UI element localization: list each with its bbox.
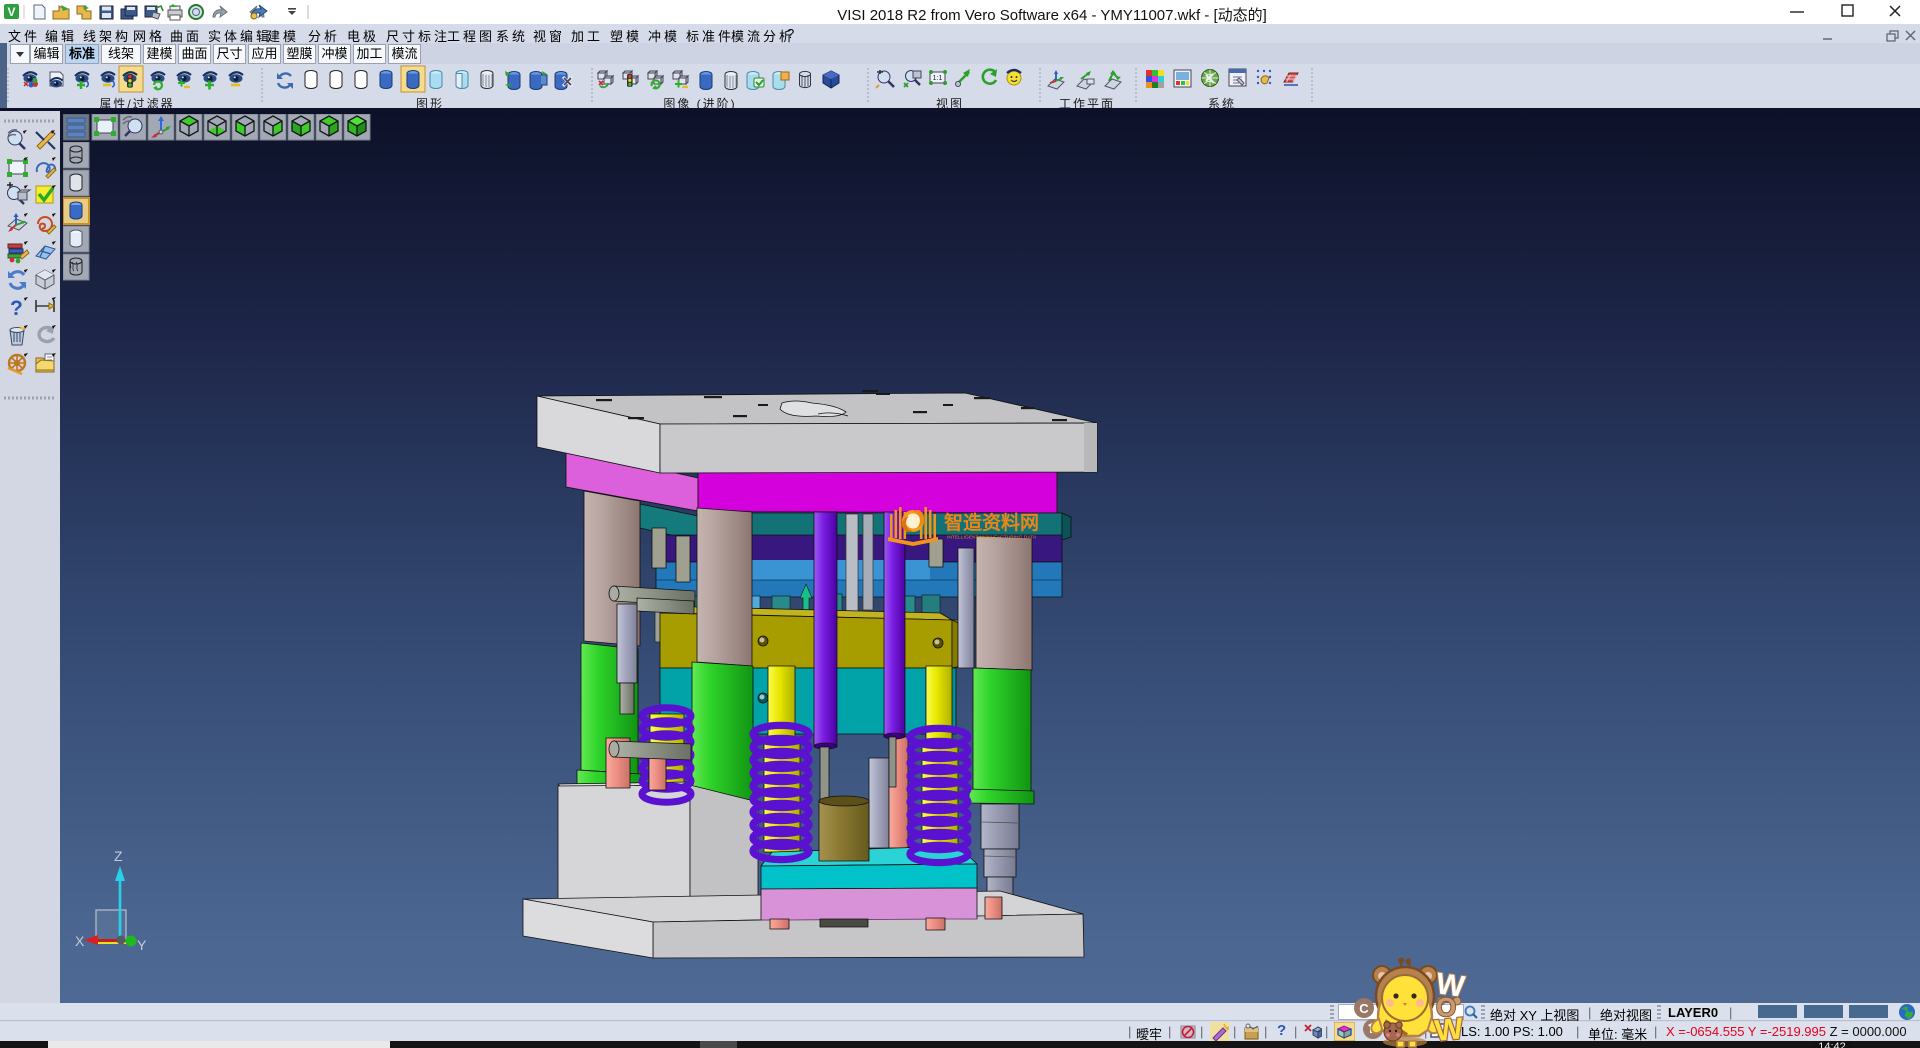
svg-text:INTELLIGENT MANUFACTURING DATA: INTELLIGENT MANUFACTURING DATA [947, 535, 1037, 541]
svg-text:W: W [1433, 1012, 1465, 1048]
svg-text:?: ? [10, 297, 23, 320]
svg-text:1:1: 1:1 [933, 75, 943, 82]
svg-text:V: V [7, 5, 15, 19]
svg-text:X: X [75, 933, 85, 949]
svg-text:Z: Z [114, 848, 123, 864]
svg-text:Y: Y [137, 937, 147, 953]
svg-text:C: C [1359, 1001, 1369, 1016]
svg-text:智造资料网: 智造资料网 [944, 511, 1039, 534]
